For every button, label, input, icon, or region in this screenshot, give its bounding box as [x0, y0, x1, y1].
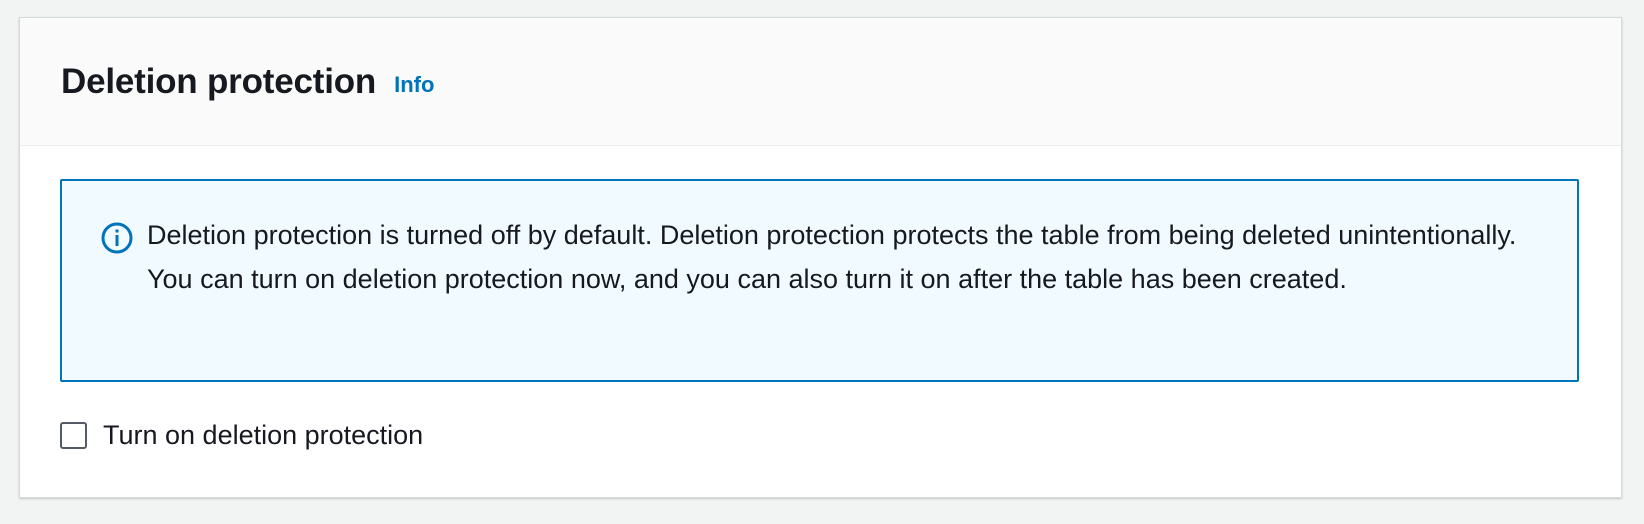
- deletion-protection-checkbox[interactable]: [60, 422, 87, 449]
- panel-body: Deletion protection is turned off by def…: [20, 146, 1621, 451]
- panel-title: Deletion protection: [61, 61, 377, 101]
- deletion-protection-panel: Deletion protection Info Deletion protec…: [19, 17, 1622, 498]
- info-alert: Deletion protection is turned off by def…: [60, 179, 1579, 382]
- info-circle-icon: [100, 221, 134, 255]
- alert-text: Deletion protection is turned off by def…: [147, 220, 1517, 294]
- checkbox-label[interactable]: Turn on deletion protection: [103, 420, 423, 451]
- deletion-protection-checkbox-row[interactable]: Turn on deletion protection: [60, 420, 1581, 451]
- panel-header: Deletion protection Info: [20, 18, 1621, 146]
- info-link[interactable]: Info: [394, 72, 434, 98]
